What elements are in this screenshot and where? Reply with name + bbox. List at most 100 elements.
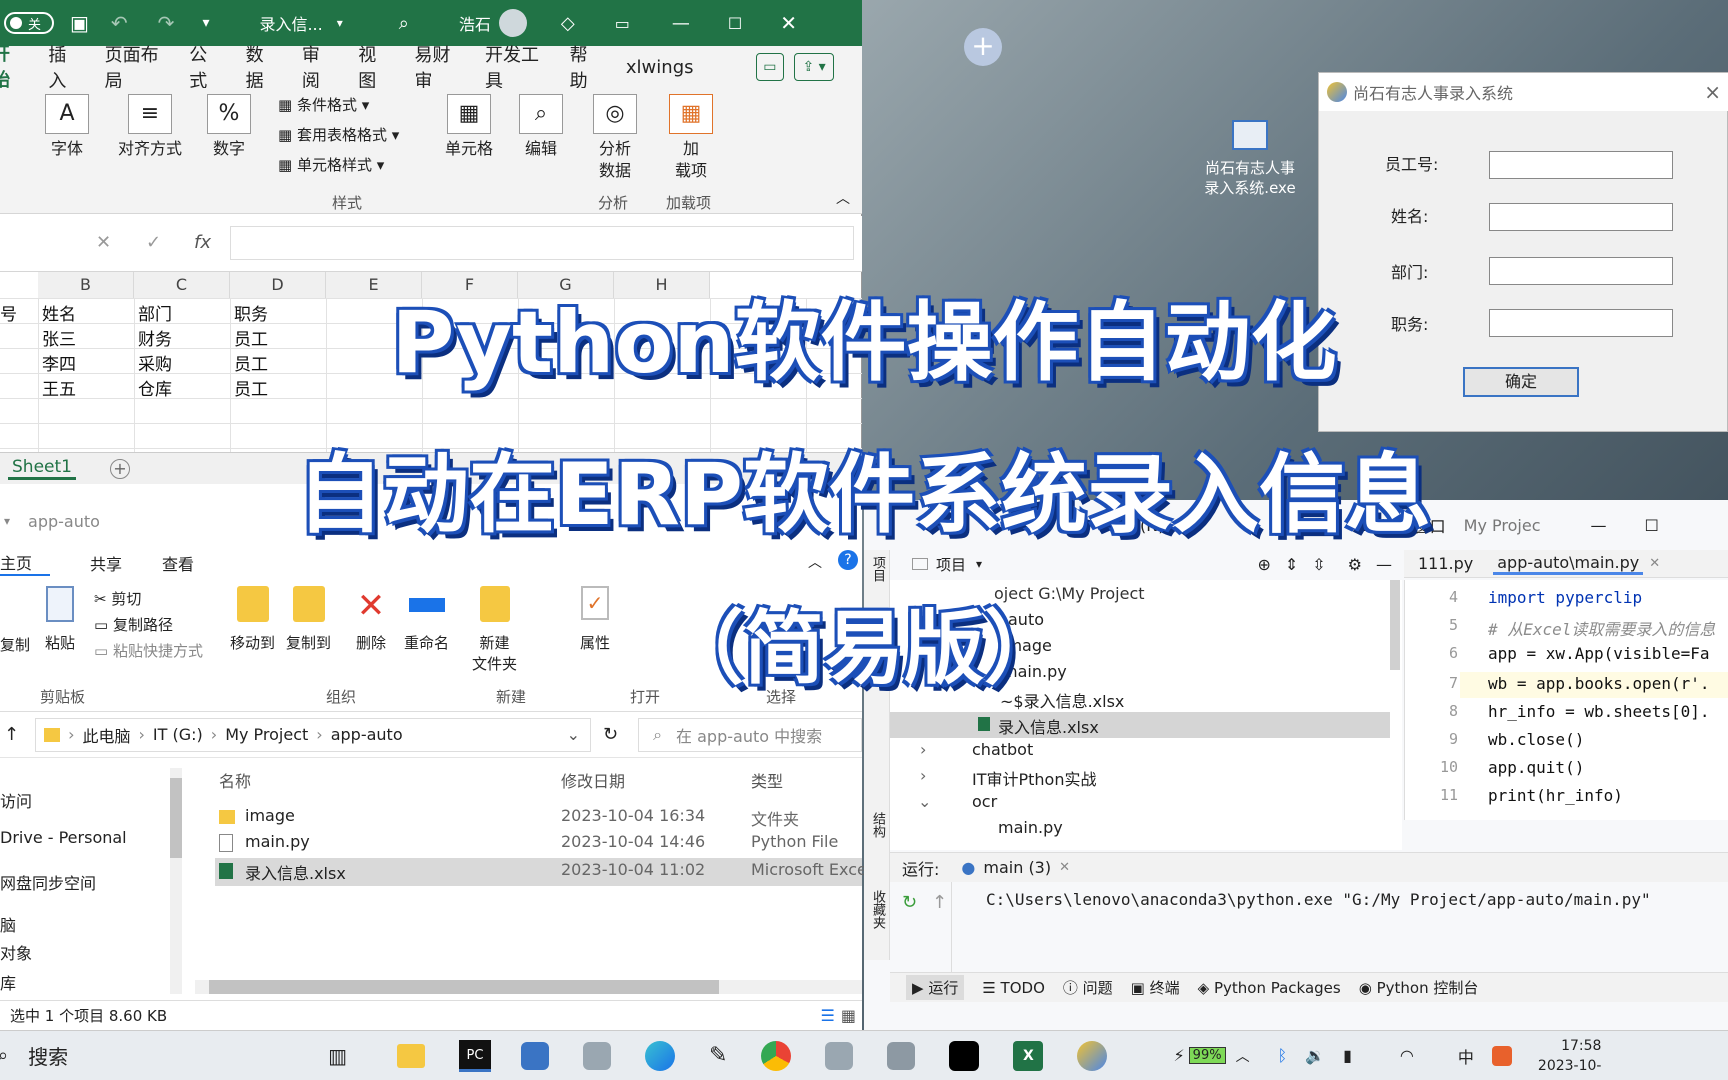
- lark-app-icon[interactable]: [521, 1041, 549, 1070]
- crumb-app-auto[interactable]: app-auto: [331, 725, 403, 744]
- pycharm-app-icon[interactable]: PC: [459, 1039, 491, 1072]
- menu-view[interactable]: 视图: [358, 41, 386, 93]
- chevron-down-icon[interactable]: ⌄: [567, 725, 580, 744]
- gear-icon[interactable]: ⚙: [1348, 555, 1362, 574]
- avatar[interactable]: [498, 9, 527, 37]
- excel-app-icon[interactable]: X: [1013, 1040, 1044, 1071]
- tab-run[interactable]: ▶ 运行: [906, 975, 965, 1000]
- ime-indicator[interactable]: 中: [1458, 1044, 1474, 1068]
- tree-item[interactable]: chatbot: [972, 740, 1033, 759]
- project-label[interactable]: 项目: [936, 554, 966, 575]
- cond-format-button[interactable]: ▦ 条件格式 ▾: [278, 94, 369, 115]
- chevron-up-icon[interactable]: ︿: [1236, 1046, 1250, 1066]
- menu-help[interactable]: 帮助: [570, 41, 598, 93]
- enter-icon[interactable]: ✓: [146, 232, 161, 253]
- add-desktop-button[interactable]: +: [964, 28, 1002, 66]
- nav-item-onedrive[interactable]: Drive - Personal: [0, 828, 127, 847]
- chevron-down-icon[interactable]: ▾: [337, 16, 343, 30]
- tree-item[interactable]: ocr: [972, 792, 997, 811]
- menu-xlwings[interactable]: xlwings: [626, 57, 694, 78]
- menu-insert[interactable]: 插入: [48, 41, 76, 93]
- wifi-icon[interactable]: ◠: [1400, 1046, 1414, 1065]
- menu-formula[interactable]: 公式: [189, 41, 217, 93]
- search-icon[interactable]: ⌕: [0, 1045, 8, 1066]
- search-icon[interactable]: ⌕: [399, 13, 409, 34]
- file-row-selected[interactable]: 录入信息.xlsx 2023-10-04 11:02 Microsoft Exc…: [215, 858, 867, 886]
- file-row[interactable]: image 2023-10-04 16:34 文件夹: [219, 806, 862, 832]
- side-tab-project[interactable]: 项目: [868, 556, 887, 582]
- close-icon[interactable]: ×: [1704, 80, 1721, 104]
- autosave-toggle[interactable]: 关: [4, 12, 54, 34]
- analyze-data-button[interactable]: ◎ 分析 数据: [592, 94, 638, 182]
- collapse-ribbon-icon[interactable]: ︿: [836, 188, 850, 208]
- locate-icon[interactable]: ⊕: [1257, 555, 1270, 574]
- side-tab-structure[interactable]: 结构: [868, 812, 887, 838]
- maximize-icon[interactable]: ☐: [728, 14, 742, 33]
- nav-item-3d-objects[interactable]: 对象: [0, 940, 32, 964]
- tree-item-selected[interactable]: 录入信息.xlsx: [890, 712, 1390, 738]
- minimize-icon[interactable]: —: [672, 13, 690, 34]
- refresh-icon[interactable]: ↻: [603, 724, 618, 745]
- menu-layout[interactable]: 页面布局: [105, 41, 162, 93]
- sogou-icon[interactable]: [1491, 1045, 1512, 1066]
- tab-terminal[interactable]: ▣ 终端: [1131, 977, 1180, 998]
- tab-console[interactable]: ◉ Python 控制台: [1359, 977, 1479, 998]
- tree-item[interactable]: IT审计Pthon实战: [972, 766, 1097, 790]
- details-view-icon[interactable]: ☰: [821, 1006, 835, 1025]
- nav-scrollbar[interactable]: [170, 768, 182, 994]
- horizontal-scrollbar[interactable]: [195, 980, 862, 994]
- nav-item-quick-access[interactable]: 访问: [0, 788, 32, 812]
- mic-icon[interactable]: ▮: [1343, 1046, 1352, 1065]
- cell-style-button[interactable]: ▦ 单元格样式 ▾: [278, 154, 384, 175]
- addins-button[interactable]: ▦ 加载项: [668, 94, 714, 182]
- redo-icon[interactable]: ↷: [158, 11, 175, 35]
- volume-icon[interactable]: 🔉: [1305, 1046, 1325, 1065]
- collapse-ribbon-icon[interactable]: ︿: [808, 552, 822, 572]
- menu-yicaishen[interactable]: 易财审: [415, 41, 457, 93]
- tree-item[interactable]: main.py: [998, 818, 1063, 837]
- tab-packages[interactable]: ◈ Python Packages: [1198, 979, 1341, 997]
- chrome-app-icon[interactable]: [761, 1040, 792, 1071]
- tab-share[interactable]: 共享: [90, 551, 122, 575]
- save-icon[interactable]: ▣: [70, 11, 89, 35]
- nav-item-cloud-sync[interactable]: 网盘同步空间: [0, 870, 96, 894]
- align-button[interactable]: ≡ 对齐方式: [112, 94, 188, 160]
- cancel-icon[interactable]: ✕: [96, 232, 111, 253]
- taskbar-search[interactable]: 搜索: [28, 1041, 68, 1070]
- pen-app-icon[interactable]: ✎: [709, 1043, 727, 1068]
- up-arrow-icon[interactable]: ↑: [932, 892, 947, 913]
- expand-all-icon[interactable]: ⇕: [1285, 555, 1298, 574]
- clock[interactable]: 17:58 2023-10-: [1538, 1036, 1602, 1076]
- tab-home[interactable]: 主页: [0, 550, 51, 576]
- tab-main-py[interactable]: app-auto\main.py: [1493, 553, 1644, 575]
- chevron-right-icon[interactable]: ›: [920, 766, 926, 785]
- app-icon[interactable]: [1077, 1040, 1108, 1071]
- formula-input[interactable]: [230, 226, 854, 260]
- app-icon[interactable]: [825, 1041, 854, 1070]
- chevron-down-icon[interactable]: ⌄: [918, 792, 931, 811]
- tab-problems[interactable]: ⓘ 问题: [1063, 977, 1113, 998]
- close-icon[interactable]: ✕: [1649, 556, 1660, 571]
- desktop-exe-icon[interactable]: 尚石有志人事 录入系统.exe: [1200, 120, 1300, 198]
- large-icons-view-icon[interactable]: ▦: [841, 1006, 856, 1025]
- header-date[interactable]: 修改日期: [561, 768, 625, 792]
- tab-todo[interactable]: ☰ TODO: [982, 979, 1045, 997]
- search-box[interactable]: ⌕ 在 app-auto 中搜索: [638, 717, 863, 752]
- font-button[interactable]: A 字体: [44, 94, 90, 160]
- breadcrumb[interactable]: › 此电脑 › IT (G:) › My Project › app-auto …: [35, 717, 591, 752]
- rerun-icon[interactable]: ↻: [902, 892, 917, 913]
- capcut-app-icon[interactable]: [949, 1040, 980, 1071]
- battery-indicator[interactable]: 99%: [1188, 1047, 1226, 1064]
- up-arrow-icon[interactable]: ↑: [4, 724, 19, 745]
- menu-data[interactable]: 数据: [246, 41, 274, 93]
- crumb-pc[interactable]: 此电脑: [83, 723, 131, 747]
- crumb-drive[interactable]: IT (G:): [153, 725, 203, 744]
- diamond-icon[interactable]: ◇: [561, 13, 575, 34]
- menu-developer[interactable]: 开发工具: [485, 41, 542, 93]
- run-tab[interactable]: main (3): [983, 858, 1051, 877]
- hide-icon[interactable]: —: [1376, 555, 1392, 574]
- header-type[interactable]: 类型: [751, 768, 783, 792]
- comment-button[interactable]: ▭: [755, 53, 785, 81]
- bluetooth-icon[interactable]: ᛒ: [1278, 1046, 1288, 1065]
- nav-item-this-pc[interactable]: 脑: [0, 912, 16, 936]
